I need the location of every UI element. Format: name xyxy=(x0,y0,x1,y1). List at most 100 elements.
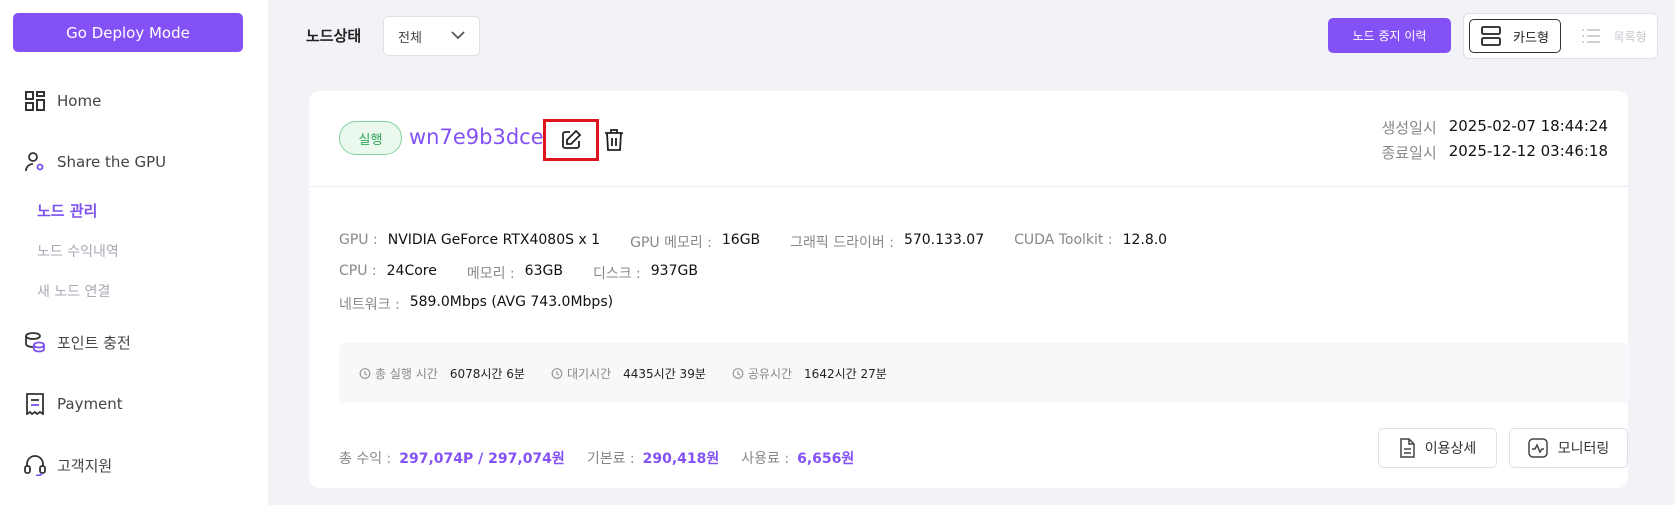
ended-date: 종료일시 2025-12-12 03:46:18 xyxy=(1381,142,1608,163)
spec-row: 네트워크 : 589.0Mbps (AVG 743.0Mbps) xyxy=(339,294,643,314)
trash-icon xyxy=(603,128,625,152)
document-icon xyxy=(1399,438,1415,458)
spec-disk: 디스크 : 937GB xyxy=(593,263,698,283)
spec-key: GPU : xyxy=(339,232,378,248)
spec-value: 16GB xyxy=(721,232,761,248)
earning-key: 사용료 : xyxy=(741,451,790,467)
spec-gpu: GPU : NVIDIA GeForce RTX4080S x 1 xyxy=(339,232,600,252)
sidebar-item-payment[interactable]: Payment xyxy=(24,393,123,415)
spec-value: 937GB xyxy=(650,263,698,279)
spec-cpu: CPU : 24Core xyxy=(339,263,437,283)
spec-key: CPU : xyxy=(339,263,377,279)
spec-value: 63GB xyxy=(524,263,563,279)
spec-key: 디스크 : xyxy=(592,266,641,282)
headset-icon xyxy=(24,454,46,476)
sidebar-item-label: Share the GPU xyxy=(57,153,167,171)
spec-key: GPU 메모리 : xyxy=(630,235,712,251)
stat-total-run: 총 실행 시간 6078시간 6분 xyxy=(359,365,525,382)
node-card: 실행 wn7e9b3dce 생성일시 2025-02-07 18:44:24 종… xyxy=(309,91,1630,488)
node-status-value: 전체 xyxy=(398,30,422,46)
edit-node-button[interactable] xyxy=(543,119,599,161)
clock-icon xyxy=(732,367,744,379)
monitoring-label: 모니터링 xyxy=(1557,441,1610,457)
stat-idle: 대기시간 4435시간 39분 xyxy=(551,365,706,382)
status-badge: 실행 xyxy=(339,121,402,155)
sidebar-item-label: 포인트 충전 xyxy=(57,333,131,352)
spec-cuda: CUDA Toolkit : 12.8.0 xyxy=(1014,232,1167,252)
sidebar-item-point-charge[interactable]: 포인트 충전 xyxy=(24,331,131,353)
spec-row: CPU : 24Core 메모리 : 63GB 디스크 : 937GB xyxy=(339,263,728,283)
list-view-label: 목록형 xyxy=(1613,29,1647,44)
card-view-label: 카드형 xyxy=(1513,30,1549,46)
created-date: 생성일시 2025-02-07 18:44:24 xyxy=(1381,117,1608,138)
coins-icon xyxy=(24,331,46,353)
ended-date-value: 2025-12-12 03:46:18 xyxy=(1448,142,1608,160)
spec-value: 589.0Mbps (AVG 743.0Mbps) xyxy=(409,294,614,310)
spec-value: 12.8.0 xyxy=(1122,232,1168,248)
spec-value: NVIDIA GeForce RTX4080S x 1 xyxy=(387,232,601,248)
sidebar-item-support[interactable]: 고객지원 xyxy=(24,454,112,476)
spec-memory: 메모리 : 63GB xyxy=(467,263,563,283)
earnings-row: 총 수익 :297,074P / 297,074원 기본료 :290,418원 … xyxy=(339,448,876,468)
node-status-select[interactable]: 전체 xyxy=(383,16,480,56)
earning-key: 총 수익 : xyxy=(339,451,392,467)
earning-base: 기본료 : 290,418원 xyxy=(587,448,719,468)
created-date-value: 2025-02-07 18:44:24 xyxy=(1448,117,1608,135)
spec-driver: 그래픽 드라이버 : 570.133.07 xyxy=(790,232,984,252)
usage-detail-label: 이용상세 xyxy=(1424,441,1477,457)
spec-key: CUDA Toolkit : xyxy=(1014,232,1113,248)
sidebar-item-label: Home xyxy=(57,92,102,110)
sidebar-item-home[interactable]: Home xyxy=(24,90,101,112)
node-stop-history-button[interactable]: 노드 중지 이력 xyxy=(1328,18,1451,53)
receipt-icon xyxy=(24,393,46,415)
earning-value: 297,074P / 297,074원 xyxy=(399,451,565,467)
spec-network: 네트워크 : 589.0Mbps (AVG 743.0Mbps) xyxy=(339,294,613,314)
list-view-icon xyxy=(1581,28,1601,44)
sidebar-sub-node-earnings[interactable]: 노드 수익내역 xyxy=(37,241,119,261)
dashboard-icon xyxy=(24,90,46,112)
sidebar-item-share-gpu[interactable]: Share the GPU xyxy=(24,151,166,173)
usage-detail-button[interactable]: 이용상세 xyxy=(1378,428,1497,468)
delete-node-button[interactable] xyxy=(603,128,627,152)
stat-value: 6078시간 6분 xyxy=(449,366,525,381)
ended-date-label: 종료일시 xyxy=(1381,144,1437,162)
card-view-button[interactable]: 카드형 xyxy=(1469,19,1561,53)
stat-key: 총 실행 시간 xyxy=(375,366,438,381)
spec-gpu-memory: GPU 메모리 : 16GB xyxy=(630,232,760,252)
spec-value: 24Core xyxy=(386,263,437,279)
card-view-icon xyxy=(1481,26,1501,46)
spec-key: 네트워크 : xyxy=(339,297,400,313)
sidebar: Go Deploy Mode Home Share the GPU 노드 관리 … xyxy=(0,0,268,505)
sidebar-item-label: 고객지원 xyxy=(57,456,113,475)
earning-value: 6,656원 xyxy=(797,451,855,467)
monitor-pulse-icon xyxy=(1527,438,1548,458)
view-toggle: 카드형 목록형 xyxy=(1463,13,1658,59)
stat-value: 4435시간 39분 xyxy=(623,366,706,381)
earning-value: 290,418원 xyxy=(642,451,720,467)
list-view-button[interactable]: 목록형 xyxy=(1574,19,1654,53)
sidebar-item-label: Payment xyxy=(57,395,123,413)
sidebar-sub-new-node[interactable]: 새 노드 연결 xyxy=(37,281,110,301)
earning-usage: 사용료 : 6,656원 xyxy=(741,448,854,468)
spec-row: GPU : NVIDIA GeForce RTX4080S x 1 GPU 메모리… xyxy=(339,232,1197,252)
stat-key: 공유시간 xyxy=(747,366,793,381)
spec-value: 570.133.07 xyxy=(903,232,985,248)
stat-shared: 공유시간 1642시간 27분 xyxy=(732,365,887,382)
earning-total: 총 수익 : 297,074P / 297,074원 xyxy=(339,448,565,468)
clock-icon xyxy=(359,367,371,379)
chevron-down-icon xyxy=(451,29,465,44)
spec-key: 그래픽 드라이버 : xyxy=(790,235,894,251)
go-deploy-mode-button[interactable]: Go Deploy Mode xyxy=(13,13,243,52)
node-status-label: 노드상태 xyxy=(306,27,362,45)
time-stats: 총 실행 시간 6078시간 6분 대기시간 4435시간 39분 공유시간 1… xyxy=(339,343,1630,403)
spec-key: 메모리 : xyxy=(466,266,515,282)
edit-icon xyxy=(560,129,582,151)
node-name: wn7e9b3dce xyxy=(409,125,544,149)
stat-value: 1642시간 27분 xyxy=(804,366,887,381)
stat-key: 대기시간 xyxy=(566,366,612,381)
monitoring-button[interactable]: 모니터링 xyxy=(1509,428,1628,468)
node-card-header: 실행 wn7e9b3dce 생성일시 2025-02-07 18:44:24 종… xyxy=(309,91,1628,187)
sidebar-sub-node-management[interactable]: 노드 관리 xyxy=(37,200,97,221)
clock-icon xyxy=(551,367,563,379)
created-date-label: 생성일시 xyxy=(1381,119,1437,137)
